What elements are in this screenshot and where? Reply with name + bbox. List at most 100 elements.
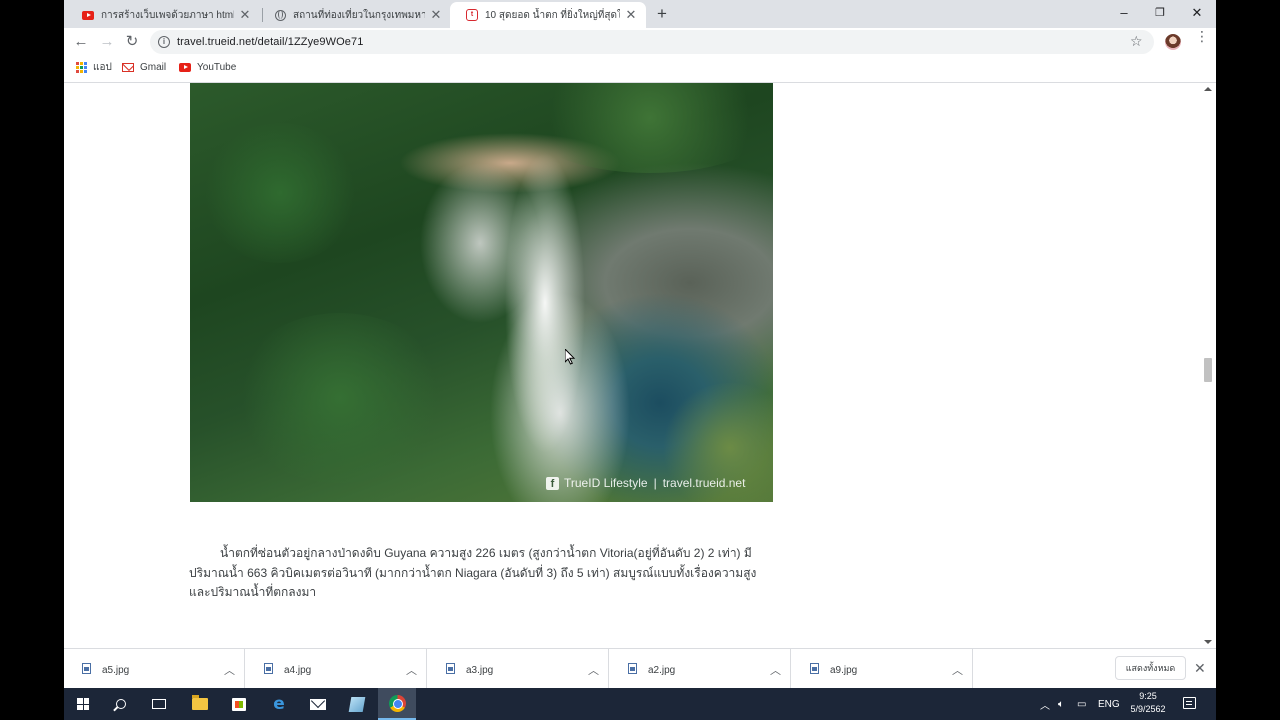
download-filename: a2.jpg [648,665,676,676]
bookmark-apps[interactable]: แอป [76,59,112,75]
vertical-scrollbar[interactable] [1200,83,1216,648]
article-paragraph: น้ำตกที่ซ่อนตัวอยู่กลางป่าดงดิบ Guyana ค… [189,544,769,603]
download-filename: a3.jpg [466,665,494,676]
tab-strip: การสร้างเว็บเพจด้วยภาษา html ตอนที่ 3 ..… [64,0,1216,28]
new-tab-button[interactable]: + [653,5,671,23]
image-file-icon [810,663,819,674]
tab-title: การสร้างเว็บเพจด้วยภาษา html ตอนที่ 3 ..… [101,9,234,21]
tab-bangkok-attractions[interactable]: สถานที่ท่องเที่ยวในกรุงเทพมหานคร ✕ [258,2,451,28]
article-paragraph-text: น้ำตกที่ซ่อนตัวอยู่กลางป่าดงดิบ Guyana ค… [189,546,757,599]
tab-title: สถานที่ท่องเที่ยวในกรุงเทพมหานคร [293,9,425,21]
facebook-icon: f [546,476,559,490]
download-filename: a9.jpg [830,665,858,676]
show-hidden-icons-icon[interactable]: ︿ [1040,688,1050,720]
waterfall-photo: f TrueID Lifestyle | travel.trueid.net [190,83,773,502]
language-indicator[interactable]: ENG [1098,688,1120,720]
download-filename: a4.jpg [284,665,312,676]
watermark-site: travel.trueid.net [662,476,746,490]
chevron-up-icon[interactable]: ︿ [406,662,417,678]
image-file-icon [264,663,273,674]
chevron-up-icon[interactable]: ︿ [588,662,599,678]
browser-toolbar: ← → ↻ i travel.trueid.net/detail/1ZZye9W… [64,28,1216,56]
search-icon [116,699,126,709]
restore-button[interactable]: ❐ [1142,3,1178,23]
folder-icon [192,695,208,710]
trueid-icon: t [466,9,478,21]
browser-window: การสร้างเว็บเพจด้วยภาษา html ตอนที่ 3 ..… [64,0,1216,688]
gmail-icon [122,62,134,72]
chevron-up-icon[interactable]: ︿ [952,662,963,678]
download-item[interactable]: a9.jpg ︿ [792,649,973,688]
site-info-icon[interactable]: i [158,36,170,48]
profile-avatar[interactable] [1165,34,1181,50]
clock-time: 9:25 [1139,691,1157,701]
chevron-up-icon[interactable]: ︿ [770,662,781,678]
taskbar-search-button[interactable] [102,688,140,720]
minimize-button[interactable]: – [1106,3,1142,23]
reload-button[interactable]: ↻ [122,32,142,52]
scroll-up-arrow-icon[interactable] [1204,87,1212,91]
youtube-icon [179,62,191,72]
action-center-icon[interactable] [1183,697,1196,709]
youtube-icon [82,9,94,21]
scroll-down-arrow-icon[interactable] [1204,640,1212,644]
back-button[interactable]: ← [71,32,91,52]
image-watermark: f TrueID Lifestyle | travel.trueid.net [546,476,745,490]
network-icon[interactable]: ▭ [1077,688,1086,720]
close-window-button[interactable]: ✕ [1179,3,1215,23]
notepad-icon [348,696,366,712]
apps-icon [76,61,87,73]
bookmark-label: YouTube [197,61,237,73]
image-file-icon [446,663,455,674]
download-shelf: a5.jpg ︿ a4.jpg ︿ a3.jpg ︿ a2.jpg ︿ a9.j… [64,648,1216,688]
task-view-icon [152,699,166,709]
address-bar[interactable]: i travel.trueid.net/detail/1ZZye9WOe71 [150,30,1154,54]
image-file-icon [628,663,637,674]
watermark-separator: | [653,476,657,490]
task-view-button[interactable] [140,688,178,720]
download-item[interactable]: a3.jpg ︿ [428,649,609,688]
mail-button[interactable] [299,688,337,720]
download-item[interactable]: a2.jpg ︿ [610,649,791,688]
bookmark-youtube[interactable]: YouTube [179,59,236,75]
scroll-thumb[interactable] [1204,358,1212,382]
file-explorer-button[interactable] [181,688,219,720]
bookmark-gmail[interactable]: Gmail [122,59,166,75]
bookmarks-bar: แอป Gmail YouTube [64,56,1216,78]
tab-close-icon[interactable]: ✕ [624,7,638,23]
url-text[interactable]: travel.trueid.net/detail/1ZZye9WOe71 [177,36,363,48]
forward-button[interactable]: → [97,32,117,52]
bookmark-label: แอป [93,61,112,73]
windows-taskbar: e ︿ 🔈︎ ▭ ENG 9:25 5/9/2562 [64,688,1216,720]
bookmark-star-icon[interactable]: ☆ [1130,33,1143,50]
chevron-up-icon[interactable]: ︿ [224,662,235,678]
image-file-icon [82,663,91,674]
windows-logo-icon [77,698,89,710]
bookmark-label: Gmail [140,61,167,73]
globe-icon [274,9,286,21]
show-all-downloads-button[interactable]: แสดงทั้งหมด [1115,656,1186,680]
watermark-brand: TrueID Lifestyle [564,476,648,490]
close-download-shelf-icon[interactable]: ✕ [1194,660,1206,677]
chrome-taskbar-button[interactable] [378,688,416,720]
volume-icon[interactable]: 🔈︎ [1058,688,1064,720]
tab-close-icon[interactable]: ✕ [238,7,252,23]
page-viewport[interactable]: f TrueID Lifestyle | travel.trueid.net น… [64,82,1216,648]
chrome-icon [388,694,406,712]
tab-waterfalls-active[interactable]: t 10 สุดยอด น้ำตก ที่ยิ่งใหญ่ที่สุดในโลก… [450,2,646,28]
clock-date: 5/9/2562 [1130,704,1166,714]
edge-button[interactable]: e [260,688,298,720]
tab-html-tutorial[interactable]: การสร้างเว็บเพจด้วยภาษา html ตอนที่ 3 ..… [66,2,260,28]
start-button[interactable] [64,688,102,720]
download-filename: a5.jpg [102,665,130,676]
download-item[interactable]: a4.jpg ︿ [246,649,427,688]
menu-icon[interactable]: ⋮ [1195,29,1209,43]
download-item[interactable]: a5.jpg ︿ [64,649,245,688]
store-button[interactable] [220,688,258,720]
notepad-button[interactable] [338,688,376,720]
store-icon [232,697,246,711]
mail-icon [310,698,326,710]
tab-title: 10 สุดยอด น้ำตก ที่ยิ่งใหญ่ที่สุดในโลก [485,9,620,21]
tab-close-icon[interactable]: ✕ [429,7,443,23]
taskbar-clock[interactable]: 9:25 5/9/2562 [1126,690,1170,716]
